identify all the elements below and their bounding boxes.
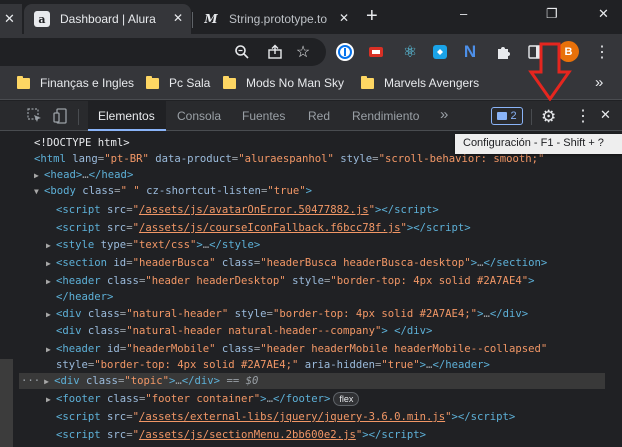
issues-counter-button[interactable]: 2 (491, 107, 523, 125)
tree-line-div[interactable]: <div class="natural-header natural-heade… (56, 323, 432, 339)
tab-network[interactable]: Red (308, 109, 330, 123)
tree-line-script[interactable]: <script src="/assets/external-libs/jquer… (56, 409, 515, 425)
scrollbar-thumb[interactable] (0, 359, 13, 447)
more-tabs-button[interactable]: » (440, 106, 448, 123)
expand-triangle-icon[interactable]: ▶ (46, 238, 56, 254)
tab-elements[interactable]: Elementos (98, 109, 155, 123)
tree-line-head[interactable]: ▶ <head>…</head> (34, 167, 133, 183)
tab-sources[interactable]: Fuentes (242, 109, 285, 123)
extension-red-icon[interactable] (367, 43, 385, 61)
red-arrow-annotation (528, 42, 572, 102)
tree-line-body[interactable]: ▼ <body class=" " cz-shortcut-listen="tru… (34, 183, 312, 199)
folder-icon (17, 75, 30, 89)
tree-line-style[interactable]: ▶ <style type="text/css">…</style> (46, 237, 260, 253)
tree-line-header-mobile-cont[interactable]: style="border-top: 4px solid #2A7AE4;" a… (56, 357, 490, 373)
zoom-icon[interactable] (233, 43, 251, 61)
tab-performance[interactable]: Rendimiento (352, 109, 419, 123)
toolbar-divider (78, 109, 79, 125)
devtools-tabbar: Elementos Consola Fuentes Red Rendimient… (0, 101, 622, 131)
inspect-element-icon[interactable] (27, 108, 42, 126)
bookmark-star-icon[interactable]: ☆ (294, 43, 312, 61)
mdn-favicon-icon: M (204, 12, 218, 26)
expand-triangle-icon[interactable]: ▶ (46, 307, 56, 323)
tree-line-footer[interactable]: ▶ <footer class="footer container">…</foo… (46, 391, 360, 408)
share-icon[interactable] (266, 43, 284, 61)
expand-triangle-icon[interactable]: ▶ (46, 342, 56, 358)
tree-line-script[interactable]: <script src="/assets/js/courseIconFallba… (56, 220, 471, 236)
tree-line-selected-topic[interactable]: ··· ▶ <div class="topic">…</div> == $0 (19, 373, 605, 389)
puzzle-icon[interactable] (494, 43, 512, 61)
close-devtools-icon[interactable]: ✕ (600, 107, 611, 123)
settings-gear-icon[interactable]: ⚙ (541, 107, 556, 127)
minimize-button[interactable]: – (460, 6, 467, 21)
device-toolbar-icon[interactable] (53, 108, 69, 127)
folder-icon (146, 75, 159, 89)
elements-tree: <!DOCTYPE html> <html lang="pt-BR" data-… (0, 131, 622, 447)
folder-icon (223, 75, 236, 89)
folder-icon (361, 75, 374, 89)
previous-tab-sliver[interactable]: ✕ (0, 4, 22, 34)
tab-title: Dashboard | Alura (60, 12, 156, 26)
tab-console[interactable]: Consola (177, 109, 221, 123)
bookmark-folder[interactable]: Marvels Avengers (361, 75, 480, 90)
tab-string-prototype[interactable]: M String.prototype.to ✕ (193, 4, 357, 34)
tab-close-icon[interactable]: ✕ (173, 11, 183, 25)
react-devtools-icon[interactable]: ⚛ (401, 43, 419, 61)
tab-title: String.prototype.to (229, 12, 328, 26)
bookmark-label: Pc Sala (169, 76, 211, 90)
bookmark-label: Marvels Avengers (384, 76, 480, 90)
n-extension-icon[interactable]: N (461, 42, 479, 61)
issues-count: 2 (510, 110, 517, 122)
alura-favicon-icon: a (34, 11, 50, 27)
window-close-button[interactable]: ✕ (598, 6, 609, 22)
bookmark-folder[interactable]: Pc Sala (146, 75, 211, 90)
collapse-triangle-icon[interactable]: ▼ (34, 184, 44, 200)
expand-triangle-icon[interactable]: ▶ (46, 256, 56, 272)
bookmark-folder[interactable]: Finanças e Ingles (17, 75, 135, 90)
new-tab-button[interactable]: + (366, 5, 378, 28)
tree-line-header[interactable]: ▶ <header class="header headerDesktop" st… (46, 273, 534, 289)
menu-dots-icon[interactable]: ⋮ (593, 43, 611, 61)
tree-line-header-close[interactable]: </header> (56, 289, 113, 305)
tree-line-header-mobile[interactable]: ▶ <header id="headerMobile" class="header… (46, 341, 547, 357)
extension-teal-icon[interactable] (431, 43, 449, 61)
close-icon[interactable]: ✕ (4, 11, 15, 27)
toolbar-divider (531, 109, 532, 125)
bookmark-folder[interactable]: Mods No Man Sky (223, 75, 345, 90)
expand-triangle-icon[interactable]: ▶ (44, 374, 54, 390)
restore-button[interactable]: ❐ (546, 6, 558, 22)
bookmarks-overflow-button[interactable]: » (595, 74, 603, 91)
tree-line-div[interactable]: ▶ <div class="natural-header" style="bord… (46, 306, 528, 322)
node-actions-icon[interactable]: ··· (21, 375, 40, 387)
tree-line-script[interactable]: <script src="/assets/js/sectionMenu.2bb6… (56, 427, 426, 443)
expand-triangle-icon[interactable]: ▶ (34, 168, 44, 184)
devtools-menu-dots-icon[interactable]: ⋮ (575, 106, 591, 126)
flex-badge[interactable]: flex (333, 392, 360, 406)
tab-strip: ✕ a Dashboard | Alura ✕ M String.prototy… (0, 0, 622, 34)
tab-close-icon[interactable]: ✕ (339, 11, 349, 25)
tab-dashboard[interactable]: a Dashboard | Alura ✕ (24, 4, 191, 34)
settings-tooltip: Configuración - F1 - Shift + ? (455, 134, 622, 154)
tree-line-doctype[interactable]: <!DOCTYPE html> (34, 135, 130, 151)
onepassword-icon[interactable] (336, 43, 354, 61)
tree-line-section[interactable]: ▶ <section id="headerBusca" class="header… (46, 255, 547, 271)
expand-triangle-icon[interactable]: ▶ (46, 392, 56, 408)
tree-line-script[interactable]: <script src="/assets/js/avatarOnError.50… (56, 202, 439, 218)
issues-icon (497, 112, 508, 120)
bookmark-label: Mods No Man Sky (246, 76, 345, 90)
expand-triangle-icon[interactable]: ▶ (46, 274, 56, 290)
bookmark-label: Finanças e Ingles (40, 76, 135, 90)
